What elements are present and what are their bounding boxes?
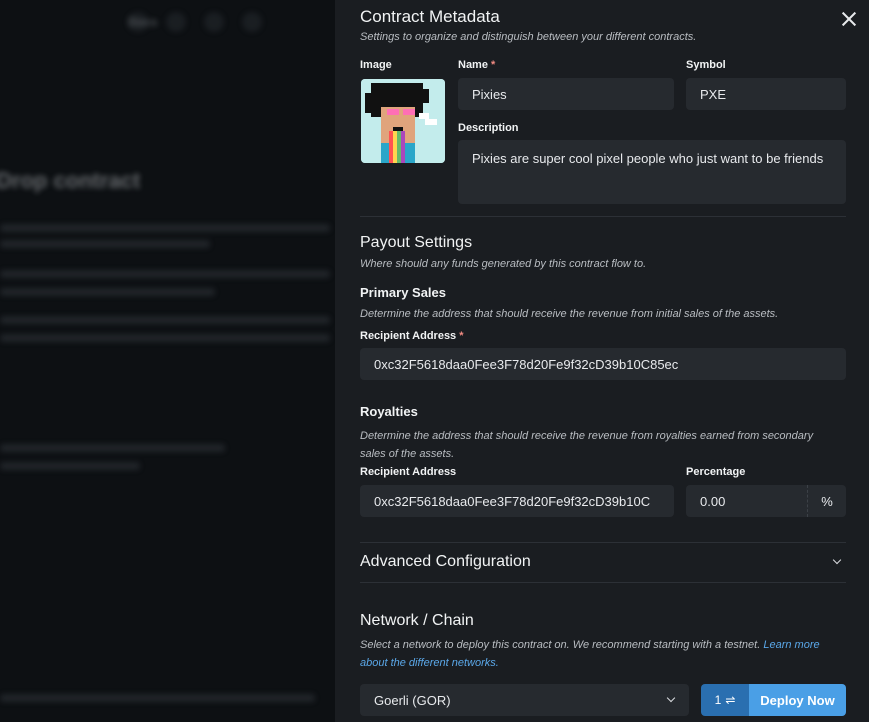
close-icon[interactable] (839, 9, 859, 29)
background-text-line (0, 270, 330, 278)
payout-subtitle: Where should any funds generated by this… (360, 258, 647, 270)
discord-icon (242, 12, 262, 32)
description-label: Description (458, 122, 519, 134)
royalty-recipient-label: Recipient Address (360, 466, 457, 478)
background-text-line (0, 462, 140, 470)
description-textarea[interactable]: Pixies are super cool pixel people who j… (458, 140, 846, 204)
background-text-line (0, 334, 330, 342)
youtube-icon (204, 12, 224, 32)
royalties-subtitle: Determine the address that should receiv… (360, 430, 814, 460)
name-label: Name * (458, 59, 496, 71)
percentage-suffix: % (807, 485, 846, 517)
network-select[interactable]: Goerli (GOR) (360, 684, 689, 716)
github-icon (166, 12, 186, 32)
swap-icon: ⇌ (725, 693, 736, 707)
background-text-line (0, 288, 215, 296)
divider (360, 542, 846, 543)
network-title: Network / Chain (360, 612, 474, 629)
chevron-down-icon[interactable] (832, 555, 842, 565)
royalty-recipient-input[interactable]: 0xc32F5618daa0Fee3F78d20Fe9f32cD39b10C (360, 485, 674, 517)
metadata-title: Contract Metadata (360, 7, 500, 26)
background-text-line (0, 240, 210, 248)
background-text-line (0, 316, 330, 324)
divider (360, 216, 846, 217)
symbol-input[interactable]: PXE (686, 78, 846, 110)
divider (360, 582, 846, 583)
primary-sales-title: Primary Sales (360, 285, 447, 300)
quantity-button[interactable]: 1 ⇌ (701, 684, 749, 716)
percentage-input[interactable]: 0.00 (686, 485, 808, 517)
background-nav-label: Docs (128, 15, 158, 29)
background-nav: Docs (128, 12, 262, 32)
background-text-line (0, 694, 315, 702)
primary-sales-subtitle: Determine the address that should receiv… (360, 308, 779, 320)
background-page: Docs Drop contract (0, 0, 335, 722)
image-label: Image (360, 59, 392, 71)
contract-image[interactable] (361, 79, 445, 163)
advanced-configuration-toggle[interactable]: Advanced Configuration (360, 553, 531, 571)
symbol-label: Symbol (686, 59, 726, 71)
percentage-label: Percentage (686, 466, 746, 478)
pixel-avatar-icon (361, 79, 445, 163)
primary-recipient-input[interactable]: 0xc32F5618daa0Fee3F78d20Fe9f32cD39b10C85… (360, 348, 846, 380)
name-input[interactable]: Pixies (458, 78, 674, 110)
payout-title: Payout Settings (360, 234, 473, 251)
background-title: Drop contract (0, 168, 141, 193)
primary-recipient-label: Recipient Address * (360, 330, 464, 342)
network-subtitle: Select a network to deploy this contract… (360, 639, 820, 669)
background-text-line (0, 444, 225, 452)
royalties-title: Royalties (360, 404, 418, 419)
background-text-line (0, 224, 330, 232)
quantity-value: 1 (714, 693, 722, 707)
metadata-subtitle: Settings to organize and distinguish bet… (360, 31, 697, 43)
deploy-contract-drawer: Contract Metadata Settings to organize a… (335, 0, 869, 722)
deploy-now-button[interactable]: Deploy Now (749, 684, 846, 716)
